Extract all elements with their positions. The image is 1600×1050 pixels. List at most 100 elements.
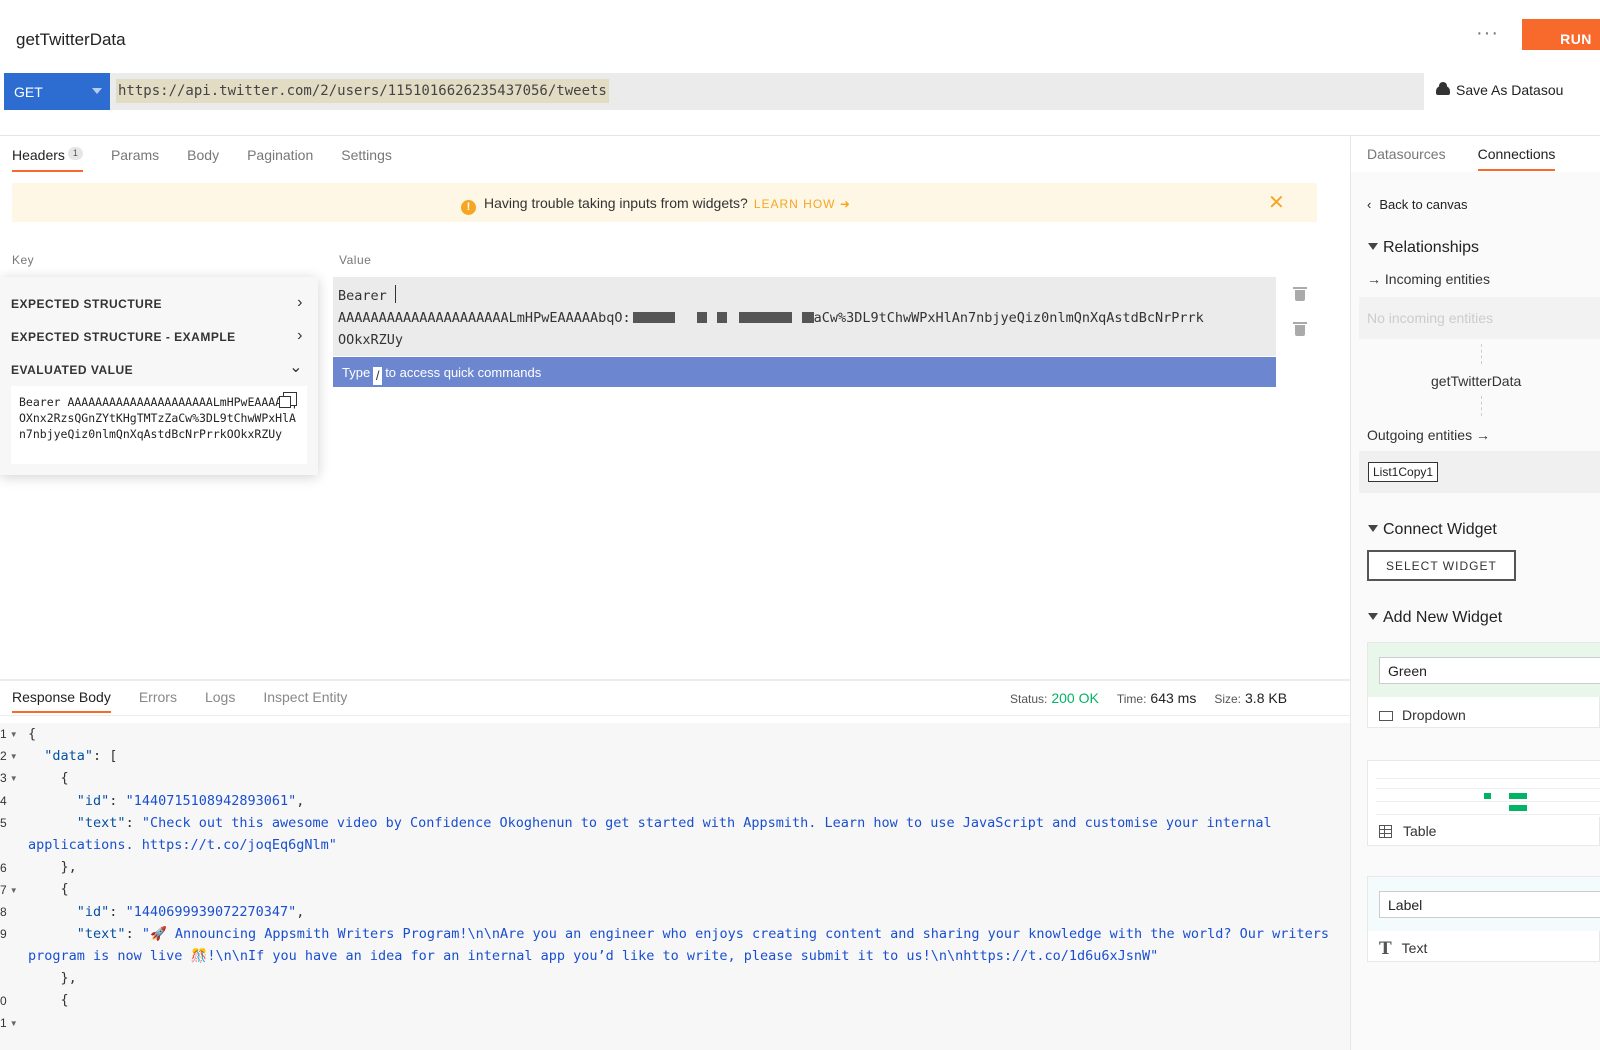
line-number: 8 — [0, 905, 7, 919]
connect-widget-header[interactable]: Connect Widget — [1368, 521, 1497, 539]
response-tabs: Response Body Errors Logs Inspect Entity — [12, 689, 375, 713]
mini-table-preview — [1376, 769, 1600, 819]
no-incoming-entities: No incoming entities — [1359, 297, 1600, 339]
response-body-viewer[interactable]: 1 ▼ 2 ▼ 3 ▼ 4 5 6 7 ▼ 8 9 0 1 ▼ { "data": [ {… — [0, 723, 1350, 1050]
copy-icon[interactable] — [279, 392, 297, 408]
widget-name-table: Table — [1379, 823, 1436, 839]
line-number: 1 ▼ — [0, 1016, 18, 1030]
triangle-down-icon — [1368, 525, 1378, 532]
header-value-editor[interactable]: Bearer AAAAAAAAAAAAAAAAAAAAALmHPwEAAAAAb… — [333, 277, 1276, 356]
back-to-canvas-label: Back to canvas — [1379, 197, 1468, 212]
text-cursor — [394, 285, 396, 303]
response-divider[interactable] — [0, 679, 1350, 681]
tab-headers[interactable]: Headers 1 — [12, 147, 83, 172]
learn-how-link[interactable]: LEARN HOW ➜ — [754, 197, 851, 211]
response-stats: Status: 200 OK Time: 643 ms Size: 3.8 KB — [1010, 690, 1305, 706]
tab-datasources[interactable]: Datasources — [1367, 146, 1446, 171]
tab-pagination[interactable]: Pagination — [247, 147, 313, 172]
connect-widget-label: Connect Widget — [1383, 521, 1497, 538]
time-value: 643 ms — [1150, 690, 1197, 706]
chevron-left-icon: ‹ — [1367, 197, 1372, 212]
chevron-right-icon: › — [297, 327, 303, 344]
status-value: 200 OK — [1051, 690, 1099, 706]
select-widget-button[interactable]: SELECT WIDGET — [1367, 550, 1516, 581]
back-to-canvas-link[interactable]: ‹ Back to canvas — [1367, 197, 1468, 212]
fold-arrow-icon[interactable]: ▼ — [10, 730, 18, 739]
outgoing-entity-chip[interactable]: List1Copy1 — [1368, 462, 1439, 482]
request-tabs: Headers 1 Params Body Pagination Settings — [12, 147, 420, 172]
text-preview: Label — [1368, 877, 1600, 931]
line-number: 0 — [0, 994, 7, 1008]
tab-headers-label: Headers — [12, 147, 65, 163]
key-column-label: Key — [12, 253, 35, 267]
evaluated-value-toggle[interactable]: EVALUATED VALUE ⌄ — [11, 359, 307, 377]
expected-structure-toggle[interactable]: EXPECTED STRUCTURE › — [11, 294, 307, 311]
tab-inspect-entity[interactable]: Inspect Entity — [263, 689, 347, 713]
delete-row-icon[interactable] — [1293, 287, 1307, 301]
expected-structure-label: EXPECTED STRUCTURE — [11, 297, 163, 311]
fold-arrow-icon[interactable]: ▼ — [10, 752, 18, 761]
redacted-block — [801, 312, 814, 323]
save-as-datasource-label: Save As Datasou — [1456, 82, 1564, 98]
fold-arrow-icon[interactable]: ▼ — [10, 1019, 18, 1028]
line-number: 6 — [0, 861, 7, 875]
http-method-select[interactable]: GET — [4, 73, 110, 110]
relationships-header[interactable]: Relationships — [1368, 239, 1479, 257]
connector-line — [1481, 344, 1482, 364]
tab-logs[interactable]: Logs — [205, 689, 235, 713]
outgoing-entities-list: List1Copy1 — [1359, 451, 1600, 493]
table-icon — [1379, 825, 1392, 838]
value-line-2-end: aCw%3DL9tChwWPxHlAn7nbjyeQiz0nlmQnXqAstd… — [813, 310, 1204, 326]
widget-card-text[interactable]: Label T Text — [1367, 876, 1600, 962]
fold-arrow-icon[interactable]: ▼ — [10, 774, 18, 783]
value-line-2-start: AAAAAAAAAAAAAAAAAAAAALmHPwEAAAAAbqO: — [338, 310, 631, 326]
close-banner-icon[interactable]: ✕ — [1268, 190, 1285, 215]
more-options-icon[interactable]: ··· — [1476, 22, 1499, 45]
widget-card-dropdown[interactable]: Green Dropdown — [1367, 642, 1600, 728]
text-preview-label: Label — [1379, 891, 1600, 918]
tab-body[interactable]: Body — [187, 147, 219, 172]
delete-row-icon[interactable] — [1293, 322, 1307, 336]
add-new-widget-header[interactable]: Add New Widget — [1368, 609, 1502, 627]
text-icon: T — [1379, 939, 1392, 959]
info-banner: ! Having trouble taking inputs from widge… — [12, 183, 1317, 222]
url-input[interactable]: https://api.twitter.com/2/users/11510166… — [116, 79, 609, 103]
widget-card-table[interactable]: Table — [1367, 760, 1600, 846]
slash-key: / — [373, 367, 383, 385]
widget-name-dropdown: Dropdown — [1379, 707, 1466, 723]
tab-connections[interactable]: Connections — [1477, 146, 1556, 171]
tab-errors[interactable]: Errors — [139, 689, 177, 713]
connector-line — [1481, 396, 1482, 416]
api-name-title[interactable]: getTwitterData — [16, 30, 126, 50]
banner-message: Having trouble taking inputs from widget… — [484, 195, 748, 211]
warning-icon: ! — [461, 200, 476, 215]
add-new-widget-label: Add New Widget — [1383, 609, 1503, 626]
fold-arrow-icon[interactable]: ▼ — [10, 886, 18, 895]
line-number: 9 — [0, 927, 7, 941]
expected-structure-example-toggle[interactable]: EXPECTED STRUCTURE - EXAMPLE › — [11, 327, 307, 344]
value-column-label: Value — [339, 253, 372, 267]
relationships-label: Relationships — [1383, 239, 1480, 256]
hint-pre: Type — [342, 365, 371, 380]
json-code: { "data": [ { "id": "1440715108942893061… — [28, 726, 1338, 1009]
cloud-icon — [1436, 82, 1450, 95]
redacted-block — [632, 312, 675, 323]
tab-params[interactable]: Params — [111, 147, 159, 172]
headers-count-badge: 1 — [67, 147, 83, 160]
tab-settings[interactable]: Settings — [341, 147, 392, 172]
time-label: Time: — [1116, 692, 1147, 706]
redacted-block — [696, 312, 707, 323]
url-bar: GET https://api.twitter.com/2/users/1151… — [4, 73, 1424, 110]
tab-response-body[interactable]: Response Body — [12, 689, 111, 713]
quick-commands-hint: Type / to access quick commands — [333, 357, 1276, 387]
triangle-down-icon — [1368, 243, 1378, 250]
widget-name-text: T Text — [1379, 939, 1428, 959]
caret-down-icon — [92, 88, 102, 94]
run-button[interactable]: RUN — [1522, 19, 1600, 50]
response-separator — [0, 715, 1350, 716]
current-entity-name: getTwitterData — [1431, 373, 1522, 389]
chevron-right-icon: › — [297, 294, 303, 311]
line-number: 3 ▼ — [0, 771, 18, 785]
save-as-datasource-button[interactable]: Save As Datasou — [1436, 82, 1563, 98]
line-number: 2 ▼ — [0, 749, 18, 763]
